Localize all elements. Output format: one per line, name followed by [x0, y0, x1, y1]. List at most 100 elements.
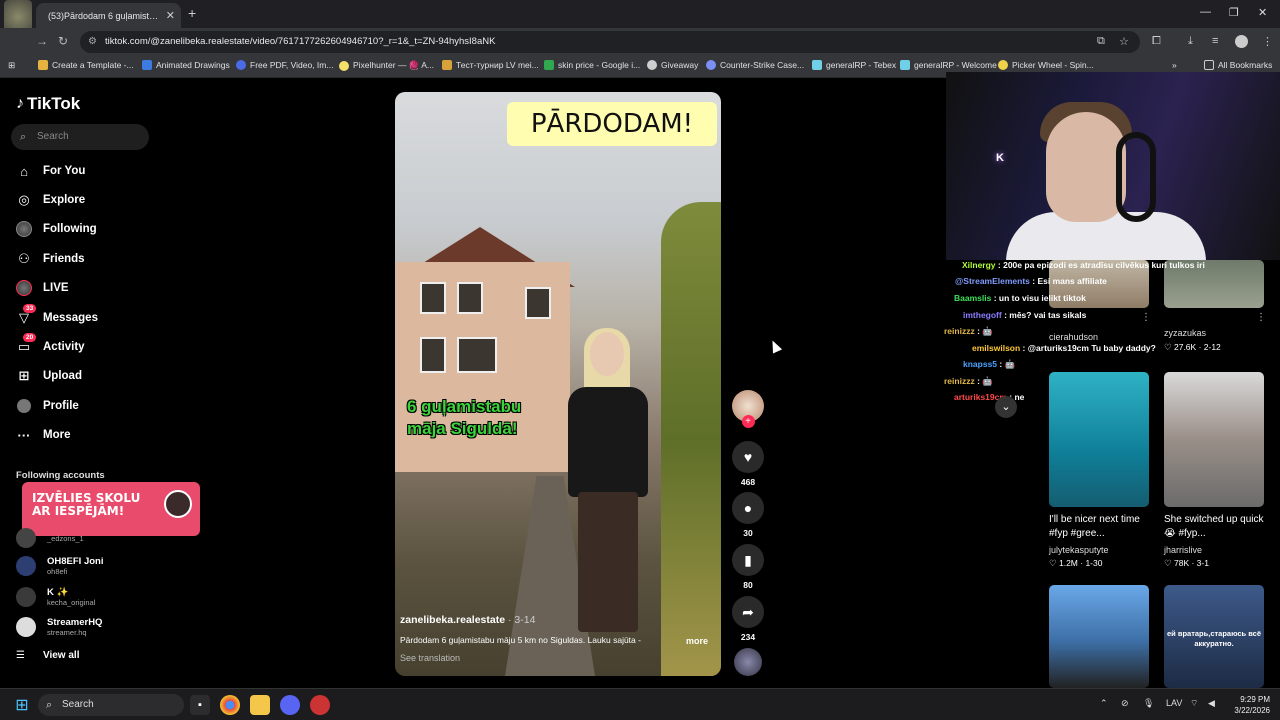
- nav-for-you[interactable]: ⌂ For You: [16, 161, 85, 181]
- nav-more[interactable]: ··· More: [16, 425, 71, 445]
- bookmark-item[interactable]: Picker Wheel - Spin...: [998, 60, 1094, 70]
- comment-button[interactable]: ● 30: [732, 492, 764, 538]
- tiktok-sidebar: ♪ TikTok ⌕ Search ⌂ For You ◎ Explore Foll…: [0, 78, 200, 688]
- tray-overflow-icon[interactable]: ⌃: [1100, 698, 1108, 709]
- profile-avatar-icon[interactable]: [1235, 35, 1248, 48]
- grid-username[interactable]: jharrislive: [1164, 545, 1202, 555]
- home-icon: ⌂: [20, 163, 28, 179]
- bookmark-item[interactable]: Create a Template -...: [38, 60, 134, 70]
- profile-icon: [16, 398, 32, 414]
- bookmark-item[interactable]: Animated Drawings: [142, 60, 230, 70]
- follow-plus-icon[interactable]: +: [741, 415, 755, 428]
- chrome-icon[interactable]: [220, 695, 240, 715]
- nav-messages[interactable]: ▽ 33 Messages: [16, 304, 98, 328]
- video-author[interactable]: zanelibeka.realestate · 3-14: [400, 614, 535, 626]
- nav-friends[interactable]: ⚇ Friends: [16, 249, 84, 269]
- video-thumbnail[interactable]: [1049, 585, 1149, 688]
- bookmark-item[interactable]: Free PDF, Video, Im...: [236, 60, 333, 70]
- following-account[interactable]: StreamerHQ streamer.hq: [16, 617, 102, 637]
- save-count: 80: [743, 580, 753, 590]
- nav-explore[interactable]: ◎ Explore: [16, 190, 85, 210]
- house-window: [420, 337, 446, 373]
- chevron-down-icon[interactable]: ⌄: [995, 396, 1017, 418]
- nav-following[interactable]: Following: [16, 219, 97, 239]
- browser-menu-icon[interactable]: ⋮: [1262, 35, 1273, 48]
- grid-username[interactable]: julytekasputyte: [1049, 545, 1109, 555]
- app-icon[interactable]: [310, 695, 330, 715]
- bookmark-item[interactable]: generalRP - Welcome: [900, 60, 997, 70]
- network-icon[interactable]: ⊘: [1121, 698, 1129, 709]
- address-bar[interactable]: ⚙ tiktok.com/@zanelibeka.realestate/vide…: [80, 31, 1140, 53]
- new-tab-button[interactable]: +: [188, 5, 196, 21]
- save-button[interactable]: ▮ 80: [732, 544, 764, 590]
- person-head: [590, 332, 624, 376]
- bookmark-item[interactable]: Pixelhunter — 🧶 A...: [339, 60, 434, 71]
- apps-icon[interactable]: ⊞: [8, 60, 15, 71]
- bookmark-item[interactable]: Giveaway: [647, 60, 698, 70]
- wifi-icon[interactable]: ⌔: [1190, 698, 1198, 709]
- forward-icon[interactable]: →: [36, 34, 48, 48]
- bookmarks-overflow-icon[interactable]: »: [1172, 60, 1177, 70]
- system-clock[interactable]: 9:29 PM 3/22/2026: [1226, 694, 1270, 716]
- bookmark-item[interactable]: generalRP - Tebex: [812, 60, 896, 70]
- heart-outline-icon: ♡: [1164, 342, 1174, 352]
- nav-live[interactable]: LIVE: [16, 278, 69, 298]
- grid-title[interactable]: She switched up quick 😭 #fyp...: [1164, 513, 1269, 541]
- video-thumbnail[interactable]: [1049, 372, 1149, 507]
- extensions-icon[interactable]: ⧠: [1152, 35, 1161, 48]
- discord-icon[interactable]: [280, 695, 300, 715]
- video-overlay-caption: 6 guļamistabu māja Siguldā!: [407, 397, 522, 438]
- video-thumbnail[interactable]: ей вратарь,стараюсь всё аккуратно.: [1164, 585, 1264, 688]
- share-count: 234: [740, 632, 756, 642]
- grid-username[interactable]: cierahudson: [1049, 332, 1098, 342]
- bookmark-item[interactable]: skin price - Google i...: [544, 60, 640, 70]
- video-player[interactable]: PĀRDODAM! 6 guļamistabu māja Siguldā! za…: [395, 92, 721, 676]
- following-account[interactable]: K ✨ kecha_original: [16, 587, 95, 607]
- nav-activity[interactable]: ▭ 20 Activity: [16, 333, 85, 357]
- tiktok-logo[interactable]: ♪ TikTok: [16, 94, 80, 114]
- nav-profile[interactable]: Profile: [16, 396, 79, 416]
- description-more-button[interactable]: more: [686, 636, 708, 646]
- keyboard-language[interactable]: LAV: [1166, 698, 1182, 708]
- browser-tab[interactable]: (53)Pārdodam 6 guļamistabu m ✕: [36, 3, 181, 28]
- comment-icon: ●: [732, 492, 764, 524]
- minimize-icon[interactable]: —: [1200, 6, 1211, 18]
- share-button[interactable]: ➦ 234: [732, 596, 764, 642]
- bookmark-item[interactable]: Тест-турнир LV mei...: [442, 60, 539, 70]
- more-options-icon[interactable]: ⋮: [1256, 312, 1266, 323]
- close-window-icon[interactable]: ✕: [1258, 6, 1267, 19]
- activity-badge: 20: [23, 333, 37, 342]
- following-account[interactable]: _edzons_1: [16, 528, 84, 548]
- view-all-link[interactable]: ☰ View all: [16, 650, 79, 661]
- browser-toolbar: → ↻ ⚙ tiktok.com/@zanelibeka.realestate/…: [0, 28, 1280, 56]
- nav-upload[interactable]: ⊞ Upload: [16, 366, 82, 386]
- bookmark-star-icon[interactable]: ☆: [1119, 35, 1129, 48]
- grid-username[interactable]: zyzazukas: [1164, 328, 1206, 338]
- windows-start-icon[interactable]: ⊞: [12, 695, 32, 715]
- task-view-icon[interactable]: ▪: [190, 695, 210, 715]
- search-input[interactable]: ⌕ Search: [11, 124, 149, 150]
- following-account[interactable]: OH8EFI Joni oh8efi: [16, 556, 103, 576]
- microphone-icon[interactable]: 🎙: [1143, 698, 1154, 709]
- all-bookmarks-folder[interactable]: All Bookmarks: [1204, 60, 1272, 70]
- taskbar-search-input[interactable]: ⌕ Search: [38, 694, 184, 716]
- music-disc[interactable]: [732, 648, 764, 676]
- maximize-icon[interactable]: ❐: [1229, 6, 1239, 19]
- bookmark-item[interactable]: Counter-Strike Case...: [706, 60, 804, 70]
- see-translation-link[interactable]: See translation: [400, 653, 460, 663]
- grid-title[interactable]: I'll be nicer next time #fyp #gree...: [1049, 513, 1154, 541]
- creator-avatar[interactable]: +: [732, 390, 764, 428]
- reload-icon[interactable]: ↻: [58, 34, 68, 48]
- file-explorer-icon[interactable]: [250, 695, 270, 715]
- volume-icon[interactable]: ◀: [1208, 698, 1215, 709]
- media-icon[interactable]: ≡: [1212, 35, 1218, 47]
- more-options-icon[interactable]: ⋮: [1141, 312, 1151, 323]
- like-button[interactable]: ♥ 468: [732, 441, 764, 487]
- site-info-icon[interactable]: ⚙: [88, 31, 97, 53]
- tab-close-icon[interactable]: ✕: [166, 9, 175, 22]
- download-icon[interactable]: ⤓: [1188, 35, 1193, 48]
- video-thumbnail[interactable]: [1164, 372, 1264, 507]
- thumbnail-caption: ей вратарь,стараюсь всё аккуратно.: [1166, 629, 1262, 648]
- video-banner-text: PĀRDODAM!: [507, 102, 717, 146]
- install-app-icon[interactable]: ⧉: [1097, 35, 1105, 48]
